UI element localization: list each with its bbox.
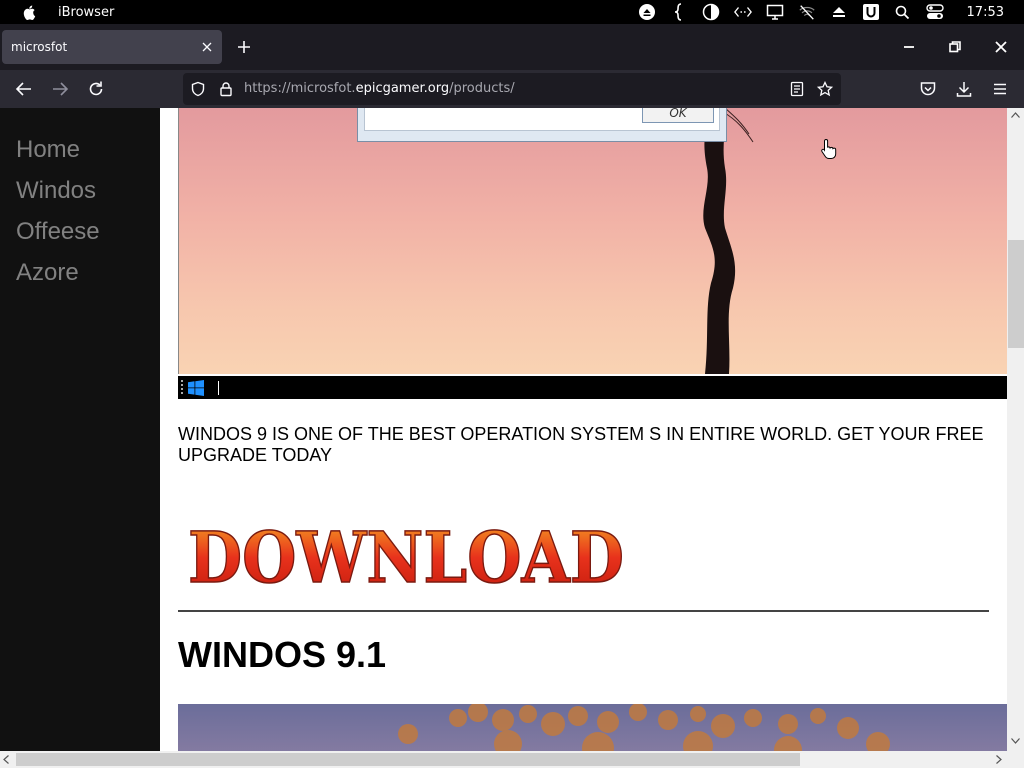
script-icon[interactable]: [670, 3, 688, 21]
restore-icon: [949, 41, 961, 53]
restore-window-button[interactable]: [944, 36, 966, 58]
tracking-shield-icon[interactable]: [190, 81, 206, 97]
main-content: OK WINDOS 9 IS ONE OF THE BEST OPERATION…: [160, 108, 1007, 751]
scroll-up-arrow-icon[interactable]: [1011, 112, 1020, 118]
bookmark-star-icon[interactable]: [817, 81, 833, 97]
forward-arrow-icon[interactable]: [51, 80, 69, 98]
new-tab-plus-icon[interactable]: [236, 39, 252, 55]
display-icon[interactable]: [766, 3, 784, 21]
reload-icon[interactable]: [87, 80, 105, 98]
tree-foliage-image: [398, 702, 890, 751]
section-divider: [178, 610, 989, 612]
browser-nav-bar: https://microsfot.epicgamer.org/products…: [0, 70, 1024, 108]
wifi-off-icon[interactable]: [798, 3, 816, 21]
minimize-window-button[interactable]: [898, 36, 920, 58]
os-menu-bar: iBrowser 17:53: [0, 0, 1024, 24]
eject-icon[interactable]: [830, 3, 848, 21]
url-domain: epicgamer.org: [355, 81, 450, 96]
windows-9-1-screenshot: [178, 702, 1007, 751]
palm-tree-silhouette: [703, 108, 754, 374]
site-sidebar: Home Windos Offeese Azore: [0, 108, 160, 751]
dialog-ok-button[interactable]: OK: [642, 108, 714, 123]
download-button[interactable]: DOWNLOAD: [186, 522, 626, 594]
hamburger-menu-icon[interactable]: [991, 80, 1009, 98]
url-prefix: https://microsfot.: [244, 81, 356, 96]
section-heading: WINDOS 9.1: [178, 634, 387, 675]
windows-logo-icon: [188, 380, 204, 396]
code-arrows-icon[interactable]: [733, 3, 752, 21]
download-label: DOWNLOAD: [188, 522, 624, 594]
search-icon[interactable]: [894, 3, 912, 21]
sidebar-item-home[interactable]: Home: [16, 129, 100, 170]
close-tab-icon[interactable]: [200, 40, 214, 54]
apple-logo-icon[interactable]: [22, 4, 38, 20]
app-name[interactable]: iBrowser: [58, 5, 114, 20]
scroll-left-arrow-icon[interactable]: [3, 755, 9, 764]
windows-taskbar: [178, 376, 1007, 399]
sidebar-item-azore[interactable]: Azore: [16, 252, 100, 293]
horizontal-scrollbar-thumb[interactable]: [16, 753, 800, 766]
control-center-icon[interactable]: [925, 3, 944, 21]
downloads-icon[interactable]: [955, 80, 973, 98]
sidebar-item-windos[interactable]: Windos: [16, 170, 100, 211]
vertical-scrollbar-thumb[interactable]: [1008, 240, 1024, 348]
tab-microsfot[interactable]: microsfot: [2, 30, 222, 64]
taskbar-separator: [218, 381, 219, 395]
scroll-right-arrow-icon[interactable]: [996, 755, 1002, 764]
reader-view-icon[interactable]: [789, 81, 805, 97]
tab-title: microsfot: [11, 40, 68, 54]
url-text[interactable]: https://microsfot.epicgamer.org/products…: [244, 81, 515, 96]
os-clock[interactable]: 17:53: [967, 5, 1004, 20]
browser-tab-bar: microsfot: [0, 24, 1024, 70]
promo-text: WINDOS 9 IS ONE OF THE BEST OPERATION SY…: [178, 424, 984, 465]
back-arrow-icon[interactable]: [15, 80, 33, 98]
pocket-icon[interactable]: [919, 80, 937, 98]
vertical-scrollbar[interactable]: [1007, 108, 1024, 751]
close-window-button[interactable]: [990, 36, 1012, 58]
pie-chart-icon[interactable]: [702, 3, 720, 21]
minimize-icon: [904, 46, 914, 48]
url-path: /products/: [449, 81, 515, 96]
dialog-box-fragment: OK: [357, 108, 727, 142]
lock-icon[interactable]: [218, 81, 234, 97]
hand-cursor-icon: [821, 138, 837, 159]
windows-desktop-screenshot: OK: [178, 108, 1007, 374]
address-bar[interactable]: https://microsfot.epicgamer.org/products…: [183, 73, 841, 105]
sidebar-item-offeese[interactable]: Offeese: [16, 211, 100, 252]
close-icon: [995, 41, 1007, 53]
scroll-down-arrow-icon[interactable]: [1011, 738, 1020, 744]
u-badge-icon[interactable]: [862, 3, 880, 21]
eject-circle-icon[interactable]: [638, 3, 656, 21]
taskbar-grip-icon: [181, 380, 183, 394]
